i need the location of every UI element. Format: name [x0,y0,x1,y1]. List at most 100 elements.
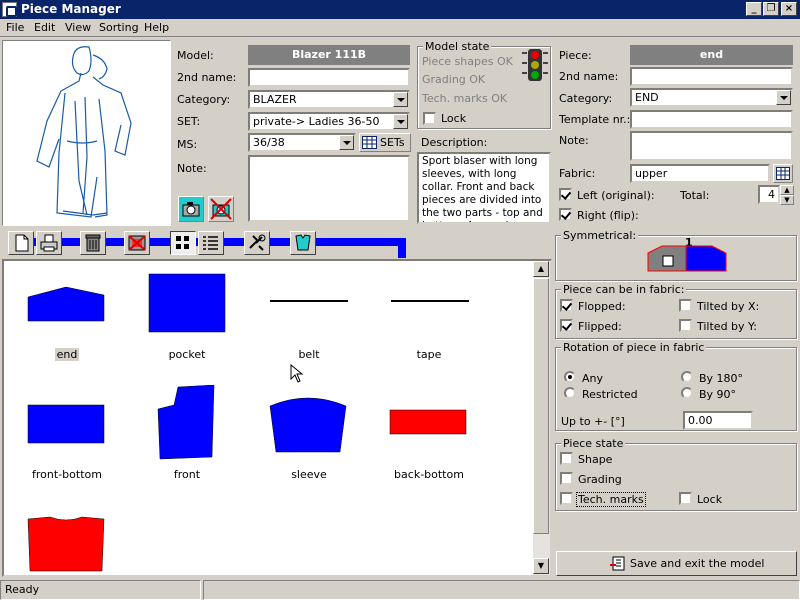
piece-shape-belt[interactable] [268,297,350,305]
model-lock-label: Lock [441,112,467,125]
rotation-180-radio[interactable] [681,371,693,383]
piece-shape-pocket[interactable] [147,272,227,334]
piece-shape-front[interactable] [156,385,218,461]
trash-icon [85,234,101,252]
total-input[interactable]: 4 [758,185,780,204]
scroll-up-button[interactable]: ▲ [533,261,549,277]
symmetry-shape-icon[interactable] [646,243,728,273]
tech-marks-checkbox[interactable] [560,492,573,505]
menu-sorting[interactable]: Sorting [99,21,139,34]
menu-file[interactable]: File [6,21,24,34]
piece-label-end[interactable]: end [7,348,127,361]
shape-checkbox[interactable] [560,452,573,465]
save-exit-button[interactable]: Save and exit the model [556,551,797,576]
total-increment[interactable]: ▲ [780,185,794,195]
camera-button[interactable] [178,196,204,222]
tools-button[interactable] [244,231,270,255]
piece-label-belt[interactable]: belt [249,348,369,361]
piece-state-title: Piece state [561,437,626,450]
ms-value: 36/38 [253,136,285,149]
ms-label: MS: [177,138,198,151]
list-view-button[interactable] [198,231,224,255]
model-lock-checkbox[interactable] [423,112,436,125]
rotation-restricted-radio[interactable] [564,387,576,399]
piece-shape-end[interactable] [26,285,106,325]
camera-icon [182,202,200,217]
flipped-checkbox[interactable] [560,319,573,332]
tilted-y-checkbox[interactable] [679,319,692,332]
model-image [2,40,171,226]
chevron-down-icon[interactable] [776,90,791,105]
piece-note-input[interactable] [630,131,793,161]
model-sketch [36,46,132,218]
piece-label-back-bottom[interactable]: back-bottom [369,468,489,481]
piece-lock-checkbox[interactable] [679,492,692,505]
piece-label-front-bottom[interactable]: front-bottom [7,468,127,481]
model-category-select[interactable]: BLAZER [248,90,410,109]
rotation-90-radio[interactable] [681,387,693,399]
shape-label: Shape [578,453,613,466]
print-button[interactable] [36,231,62,255]
remove-image-button[interactable] [208,196,234,222]
minimize-button[interactable]: _ [746,2,762,16]
rotation-90-label: By 90° [699,388,737,401]
description-text[interactable]: Sport blaser with long sleeves, with lon… [417,152,551,224]
set-select[interactable]: private-> Ladies 36-50 [248,112,410,131]
delete-button[interactable] [80,231,106,255]
status-panel [203,580,800,600]
hide-pieces-button[interactable] [124,231,150,255]
piece-label-front[interactable]: front [127,468,247,481]
chevron-down-icon[interactable] [339,135,354,150]
save-exit-icon [610,556,625,571]
sets-button-label: SETs [380,136,405,149]
piece-label-sleeve[interactable]: sleeve [249,468,369,481]
scroll-thumb[interactable] [533,278,549,534]
set-label: SET: [177,115,201,128]
total-decrement[interactable]: ▼ [780,195,794,205]
title-bar: Piece Manager _ ❐ × [0,0,800,19]
piece-label-tape[interactable]: tape [369,348,489,361]
grading-checkbox[interactable] [560,472,573,485]
piece-shape-sleeve[interactable] [268,394,348,454]
fabric-input[interactable]: upper [630,164,770,183]
left-original-checkbox[interactable] [559,188,572,201]
flopped-checkbox[interactable] [560,299,573,312]
restore-button[interactable]: ❐ [763,2,779,16]
chevron-down-icon[interactable] [393,114,408,129]
sets-button[interactable]: SETs [359,133,411,152]
right-flip-checkbox[interactable] [559,208,572,221]
vertical-scrollbar[interactable]: ▲ ▼ [533,261,550,575]
garment-pieces-button[interactable] [290,231,316,255]
close-button[interactable]: × [781,2,797,16]
piece-category-select[interactable]: END [630,88,793,107]
piece-name-header: end [630,45,793,65]
piece-2nd-name-input[interactable] [630,67,793,86]
save-exit-label: Save and exit the model [630,557,765,570]
model-2nd-name-input[interactable] [248,68,410,87]
menu-help[interactable]: Help [144,21,169,34]
piece-category-label: Category: [559,92,613,105]
ms-select[interactable]: 36/38 [248,133,356,152]
piece-2nd-name-label: 2nd name: [559,70,619,83]
scroll-down-button[interactable]: ▼ [533,558,549,574]
up-to-input[interactable]: 0.00 [683,411,753,430]
flopped-label: Flopped: [578,300,626,313]
piece-lock-label: Lock [697,493,723,506]
model-category-value: BLAZER [253,93,297,106]
large-icons-view-button[interactable] [170,231,196,255]
fabric-picker-button[interactable] [773,164,793,183]
model-note-label: Note: [177,162,207,175]
piece-shape-back-bottom[interactable] [388,408,470,438]
template-input[interactable] [630,110,793,129]
model-note-input[interactable] [248,155,410,222]
piece-label-pocket[interactable]: pocket [127,348,247,361]
piece-shape-back[interactable] [26,515,106,573]
new-button[interactable] [8,231,34,255]
piece-shape-front-bottom[interactable] [26,403,106,445]
menu-edit[interactable]: Edit [34,21,55,34]
menu-view[interactable]: View [65,21,91,34]
piece-shape-tape[interactable] [389,297,471,305]
chevron-down-icon[interactable] [393,92,408,107]
rotation-any-radio[interactable] [564,371,576,383]
tilted-x-checkbox[interactable] [679,299,692,312]
